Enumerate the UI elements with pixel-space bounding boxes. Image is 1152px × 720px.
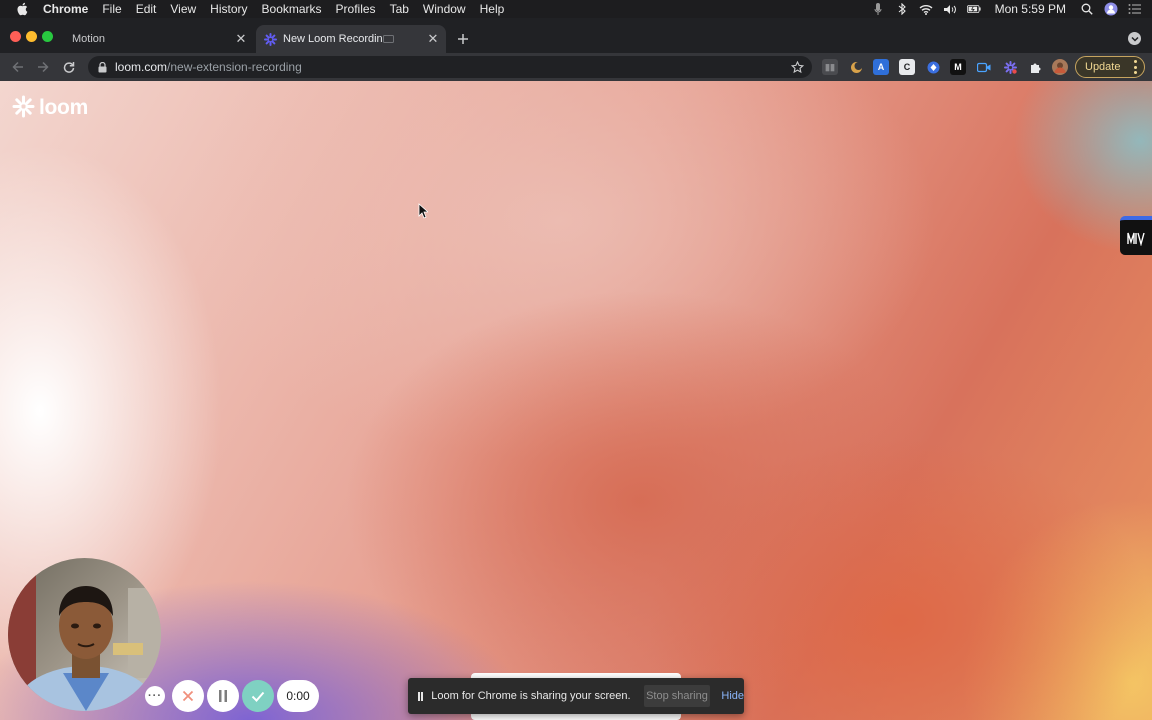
bluetooth-icon[interactable] xyxy=(895,2,909,16)
menu-app-name[interactable]: Chrome xyxy=(43,2,88,16)
new-tab-icon[interactable] xyxy=(454,30,472,48)
motion-side-widget[interactable] xyxy=(1120,216,1152,255)
loom-icon[interactable] xyxy=(1002,59,1018,75)
sharing-message: Loom for Chrome is sharing your screen. xyxy=(431,690,631,702)
loom-logo[interactable]: loom xyxy=(12,95,88,121)
menu-history[interactable]: History xyxy=(210,2,247,16)
mouse-cursor-icon xyxy=(418,203,428,219)
update-label: Update xyxy=(1085,61,1121,73)
hide-sharing-bar-button[interactable]: Hide xyxy=(721,690,744,702)
screen-sharing-bar: Loom for Chrome is sharing your screen. … xyxy=(408,678,744,714)
extension-c-icon[interactable]: C xyxy=(899,59,915,75)
extension-moon-icon[interactable] xyxy=(848,59,864,75)
more-vertical-icon xyxy=(1134,60,1137,74)
reload-icon[interactable] xyxy=(60,58,78,76)
camera-bubble[interactable] xyxy=(8,558,161,711)
close-icon[interactable]: ✕ xyxy=(233,31,249,47)
apple-icon[interactable] xyxy=(15,2,29,16)
window-zoom-button[interactable] xyxy=(42,31,53,42)
menu-window[interactable]: Window xyxy=(423,2,466,16)
browser-toolbar: loom.com/new-extension-recording ▮▮ A C … xyxy=(0,53,1152,81)
macos-menu-bar: Chrome File Edit View History Bookmarks … xyxy=(0,0,1152,18)
finish-recording-button[interactable] xyxy=(242,680,274,712)
pause-recording-button[interactable] xyxy=(207,680,239,712)
lock-icon[interactable] xyxy=(96,61,108,73)
control-center-icon[interactable] xyxy=(1128,2,1142,16)
menu-help[interactable]: Help xyxy=(480,2,505,16)
tab-label: New Loom Recording xyxy=(283,33,383,45)
menu-file[interactable]: File xyxy=(102,2,121,16)
menu-bookmarks[interactable]: Bookmarks xyxy=(262,2,322,16)
motion-logo-icon xyxy=(1127,232,1145,246)
recording-timer: 0:00 xyxy=(277,680,319,712)
extension-motion-icon[interactable]: M xyxy=(950,59,966,75)
menubar-clock[interactable]: Mon 5:59 PM xyxy=(995,2,1066,16)
window-close-button[interactable] xyxy=(10,31,21,42)
more-options-button[interactable]: ··· xyxy=(145,686,165,706)
extension-blue-icon[interactable]: A xyxy=(873,59,889,75)
back-arrow-icon[interactable] xyxy=(9,58,27,76)
microphone-icon[interactable] xyxy=(871,2,885,16)
menubar-status-area: Mon 5:59 PM xyxy=(871,0,1152,18)
close-icon xyxy=(182,690,194,702)
webcam-feed-image xyxy=(8,558,161,711)
pause-icon xyxy=(219,690,227,702)
extension-video-icon[interactable] xyxy=(976,59,992,75)
url-host: loom.com xyxy=(115,60,168,74)
wifi-icon[interactable] xyxy=(919,2,933,16)
user-icon[interactable] xyxy=(1104,2,1118,16)
tab-search-icon[interactable] xyxy=(1128,32,1141,45)
recording-indicator-icon xyxy=(383,34,395,44)
address-bar[interactable]: loom.com/new-extension-recording xyxy=(88,56,812,78)
window-minimize-button[interactable] xyxy=(26,31,37,42)
loom-logo-text: loom xyxy=(39,96,88,119)
update-button[interactable]: Update xyxy=(1075,56,1145,78)
page-content: loom ··· 0:00 Loom for Chrome is sharing… xyxy=(0,81,1152,720)
extension-shield-icon[interactable] xyxy=(925,59,941,75)
search-icon[interactable] xyxy=(1080,2,1094,16)
url-text: loom.com/new-extension-recording xyxy=(115,60,302,74)
bookmark-star-icon[interactable] xyxy=(790,60,804,74)
tab-strip: Motion ✕ New Loom Recording ✕ xyxy=(0,18,1152,53)
menu-view[interactable]: View xyxy=(170,2,196,16)
volume-icon[interactable] xyxy=(943,2,957,16)
checkmark-icon xyxy=(251,691,265,702)
sharing-indicator-icon xyxy=(418,691,424,701)
menu-tab[interactable]: Tab xyxy=(390,2,409,16)
menu-edit[interactable]: Edit xyxy=(136,2,157,16)
menu-profiles[interactable]: Profiles xyxy=(336,2,376,16)
forward-arrow-icon[interactable] xyxy=(34,58,52,76)
tab-motion[interactable]: Motion ✕ xyxy=(62,25,254,53)
url-path: /new-extension-recording xyxy=(167,60,302,74)
stop-sharing-button[interactable]: Stop sharing xyxy=(643,685,711,707)
profile-avatar[interactable] xyxy=(1052,59,1068,75)
puzzle-icon[interactable] xyxy=(1027,59,1043,75)
loom-logo-icon xyxy=(12,95,35,121)
tab-label: Motion xyxy=(72,33,106,45)
close-icon[interactable]: ✕ xyxy=(425,31,441,47)
extension-gray-icon[interactable]: ▮▮ xyxy=(822,59,838,75)
tab-new-loom-recording[interactable]: New Loom Recording ✕ xyxy=(256,25,446,53)
cancel-recording-button[interactable] xyxy=(172,680,204,712)
loom-icon xyxy=(263,32,277,46)
battery-icon[interactable] xyxy=(966,2,981,16)
